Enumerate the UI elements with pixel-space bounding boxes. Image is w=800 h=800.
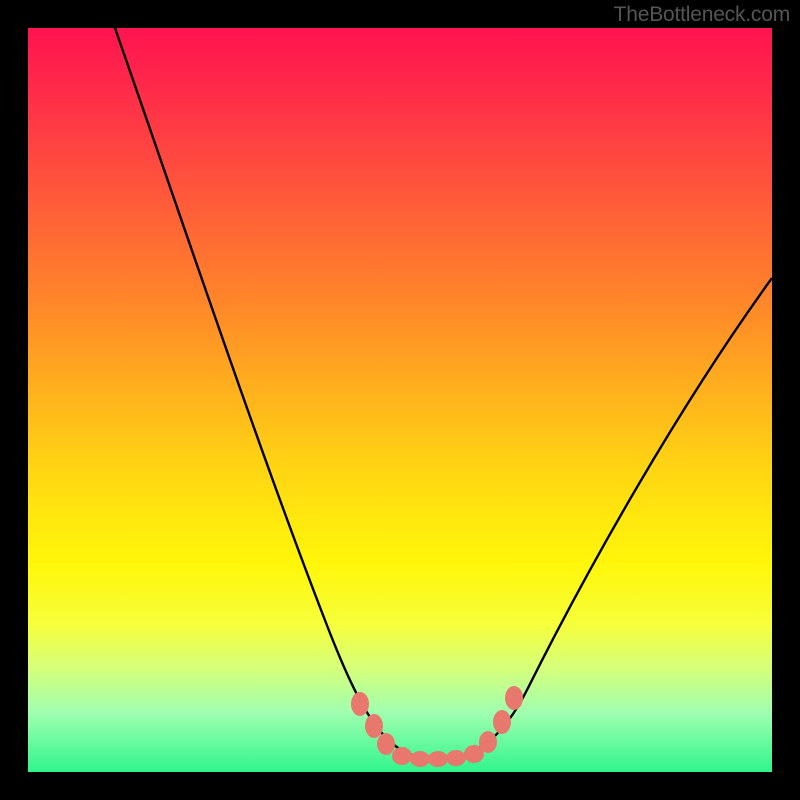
gradient-plot-area — [28, 28, 772, 772]
trough-marker — [505, 686, 523, 710]
trough-marker — [446, 750, 466, 766]
trough-marker — [493, 710, 511, 734]
trough-marker — [377, 733, 395, 755]
trough-marker-group — [351, 686, 523, 767]
bottleneck-curve-path — [108, 28, 772, 758]
trough-marker — [392, 747, 412, 765]
trough-marker — [410, 751, 430, 767]
trough-marker — [365, 714, 383, 738]
trough-marker — [428, 751, 448, 767]
bottleneck-curve-svg — [28, 28, 772, 772]
trough-marker — [479, 731, 497, 753]
trough-marker — [351, 692, 369, 716]
watermark-text: TheBottleneck.com — [614, 3, 790, 27]
